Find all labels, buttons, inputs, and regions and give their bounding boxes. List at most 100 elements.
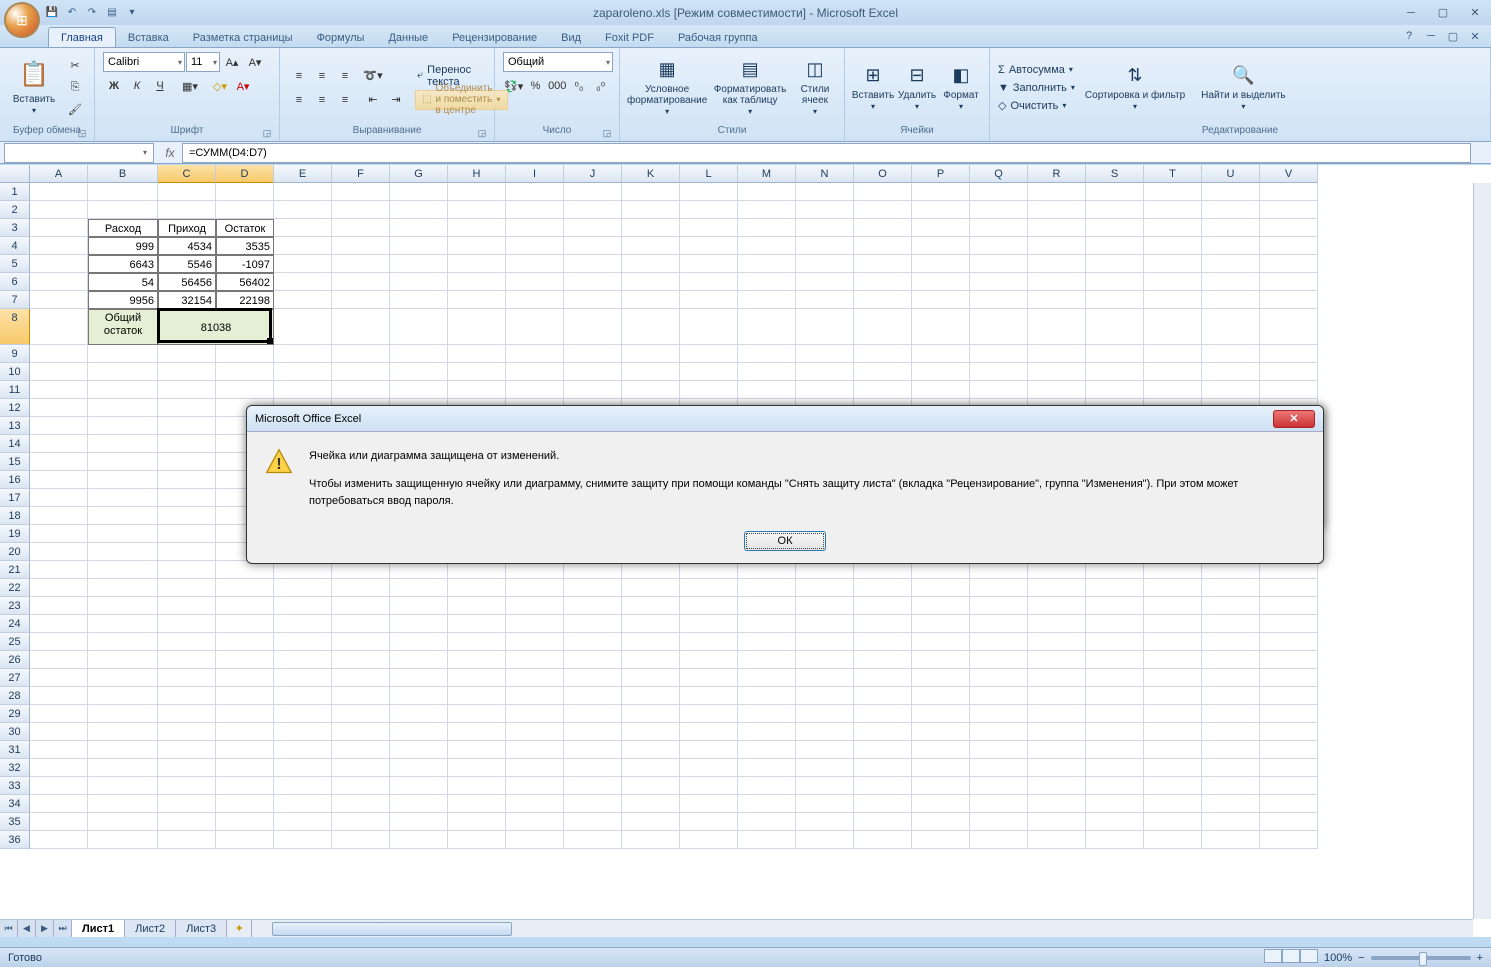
table-data-cell[interactable]: 3535 bbox=[216, 237, 274, 255]
cell[interactable] bbox=[390, 201, 448, 219]
cell[interactable] bbox=[738, 255, 796, 273]
align-top-icon[interactable]: ≡ bbox=[288, 66, 310, 86]
font-name-combo[interactable]: Calibri▾ bbox=[103, 52, 185, 72]
cell[interactable] bbox=[680, 255, 738, 273]
cell[interactable] bbox=[1260, 237, 1318, 255]
row-header[interactable]: 13 bbox=[0, 417, 30, 435]
launcher-icon[interactable]: ◲ bbox=[261, 128, 273, 140]
cell[interactable] bbox=[88, 723, 158, 741]
cell[interactable] bbox=[1144, 201, 1202, 219]
cell[interactable] bbox=[274, 381, 332, 399]
cell[interactable] bbox=[622, 201, 680, 219]
cell[interactable] bbox=[506, 651, 564, 669]
cell[interactable] bbox=[30, 453, 88, 471]
cell[interactable] bbox=[1260, 579, 1318, 597]
cell[interactable] bbox=[30, 381, 88, 399]
cell[interactable] bbox=[30, 669, 88, 687]
cell[interactable] bbox=[1202, 291, 1260, 309]
total-value-cell[interactable]: 81038 bbox=[158, 309, 274, 345]
cell[interactable] bbox=[88, 399, 158, 417]
cell[interactable] bbox=[970, 273, 1028, 291]
cell[interactable] bbox=[912, 741, 970, 759]
dialog-close-button[interactable]: ✕ bbox=[1273, 410, 1315, 428]
cell[interactable] bbox=[274, 633, 332, 651]
cell[interactable] bbox=[1260, 831, 1318, 849]
cell[interactable] bbox=[738, 687, 796, 705]
cell[interactable] bbox=[88, 417, 158, 435]
cell[interactable] bbox=[912, 255, 970, 273]
cell[interactable] bbox=[158, 669, 216, 687]
cell[interactable] bbox=[1144, 615, 1202, 633]
cell[interactable] bbox=[854, 723, 912, 741]
cell[interactable] bbox=[448, 669, 506, 687]
cell[interactable] bbox=[30, 561, 88, 579]
cell[interactable] bbox=[332, 831, 390, 849]
fill-button[interactable]: ▼Заполнить▾ bbox=[998, 79, 1075, 96]
cell[interactable] bbox=[390, 291, 448, 309]
cell[interactable] bbox=[332, 183, 390, 201]
cell[interactable] bbox=[738, 381, 796, 399]
cell[interactable] bbox=[88, 759, 158, 777]
cell[interactable] bbox=[796, 705, 854, 723]
cell[interactable] bbox=[448, 291, 506, 309]
cell[interactable] bbox=[738, 579, 796, 597]
cell[interactable] bbox=[622, 741, 680, 759]
cell[interactable] bbox=[564, 723, 622, 741]
row-header[interactable]: 4 bbox=[0, 237, 30, 255]
cell[interactable] bbox=[390, 795, 448, 813]
cell[interactable] bbox=[30, 237, 88, 255]
cell[interactable] bbox=[216, 831, 274, 849]
cell[interactable] bbox=[1144, 813, 1202, 831]
cell[interactable] bbox=[1144, 345, 1202, 363]
cell[interactable] bbox=[506, 813, 564, 831]
col-header[interactable]: R bbox=[1028, 165, 1086, 183]
cell[interactable] bbox=[88, 471, 158, 489]
cell[interactable] bbox=[796, 363, 854, 381]
cell[interactable] bbox=[912, 795, 970, 813]
col-header[interactable]: N bbox=[796, 165, 854, 183]
cell[interactable] bbox=[564, 831, 622, 849]
cell[interactable] bbox=[390, 273, 448, 291]
col-header[interactable]: E bbox=[274, 165, 332, 183]
cell[interactable] bbox=[912, 669, 970, 687]
cell[interactable] bbox=[88, 777, 158, 795]
cell[interactable] bbox=[1028, 255, 1086, 273]
cell[interactable] bbox=[912, 201, 970, 219]
qat-dropdown-icon[interactable]: ▾ bbox=[124, 5, 140, 21]
tab-главная[interactable]: Главная bbox=[48, 27, 116, 47]
col-header[interactable]: D bbox=[216, 165, 274, 183]
cell[interactable] bbox=[274, 831, 332, 849]
cell[interactable] bbox=[1144, 669, 1202, 687]
row-header[interactable]: 9 bbox=[0, 345, 30, 363]
cell[interactable] bbox=[912, 237, 970, 255]
cell[interactable] bbox=[332, 201, 390, 219]
cell[interactable] bbox=[796, 795, 854, 813]
cell[interactable] bbox=[622, 777, 680, 795]
merge-center-button[interactable]: ⬚Объединить и поместить в центре▾ bbox=[415, 90, 508, 110]
cell[interactable] bbox=[680, 183, 738, 201]
cell[interactable] bbox=[30, 399, 88, 417]
cell[interactable] bbox=[390, 237, 448, 255]
cell[interactable] bbox=[506, 237, 564, 255]
cell[interactable] bbox=[1260, 309, 1318, 345]
cell[interactable] bbox=[738, 669, 796, 687]
cell[interactable] bbox=[506, 723, 564, 741]
cell[interactable] bbox=[274, 615, 332, 633]
cell[interactable] bbox=[854, 705, 912, 723]
cell[interactable] bbox=[912, 615, 970, 633]
cell[interactable] bbox=[564, 687, 622, 705]
cell[interactable] bbox=[1028, 597, 1086, 615]
undo-icon[interactable]: ↶ bbox=[64, 5, 80, 21]
cell[interactable] bbox=[796, 687, 854, 705]
cell[interactable] bbox=[912, 777, 970, 795]
cell[interactable] bbox=[332, 705, 390, 723]
cell[interactable] bbox=[30, 489, 88, 507]
cell[interactable] bbox=[158, 777, 216, 795]
cell[interactable] bbox=[564, 273, 622, 291]
cell[interactable] bbox=[738, 723, 796, 741]
cell[interactable] bbox=[1260, 291, 1318, 309]
cell[interactable] bbox=[390, 669, 448, 687]
cell[interactable] bbox=[1202, 201, 1260, 219]
cell[interactable] bbox=[88, 507, 158, 525]
cell[interactable] bbox=[796, 345, 854, 363]
